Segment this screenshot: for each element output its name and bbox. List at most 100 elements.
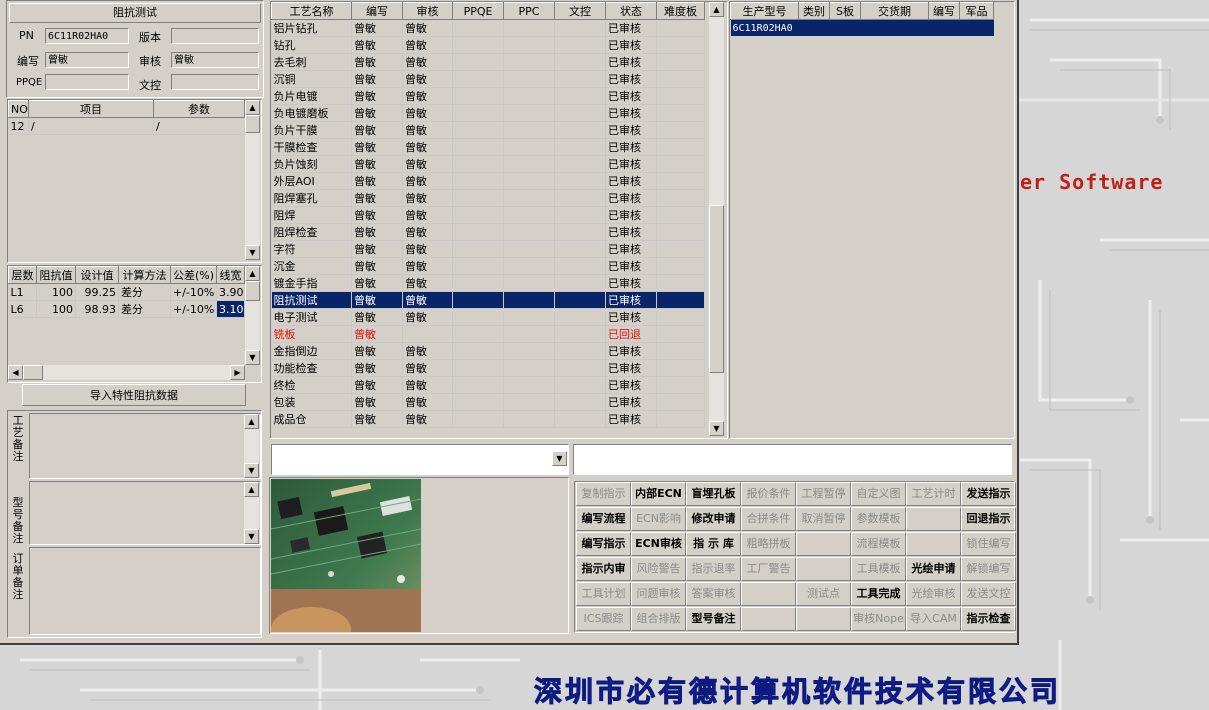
action-button[interactable]: 工程暂停 (796, 482, 851, 506)
process-header-name[interactable]: 工艺名称 (271, 2, 352, 20)
process-combo-box[interactable]: ▼ (271, 444, 569, 475)
layers-header-method[interactable]: 计算方法 (118, 266, 171, 284)
process-row[interactable]: 阻焊 曾敏 曾敏 已审核 (271, 206, 705, 224)
action-button[interactable]: 光绘审核 (906, 582, 961, 606)
process-row[interactable]: 包装 曾敏 曾敏 已审核 (271, 393, 705, 411)
action-button[interactable]: 指示内审 (576, 557, 631, 581)
action-button[interactable]: 工具模板 (851, 557, 906, 581)
process-header-review[interactable]: 审核 (402, 2, 453, 20)
scroll-right-arrow-icon[interactable]: ▶ (230, 365, 245, 380)
process-note-scrollbar[interactable]: ▲ ▼ (244, 414, 259, 478)
process-header-author[interactable]: 编写 (351, 2, 403, 20)
action-button[interactable]: 回退指示 (961, 507, 1016, 531)
layers-header-design[interactable]: 设计值 (75, 266, 119, 284)
action-button[interactable] (796, 532, 851, 556)
chevron-down-icon[interactable]: ▼ (552, 451, 567, 466)
action-button[interactable]: ECN审核 (631, 532, 686, 556)
action-button[interactable]: 光绘申请 (906, 557, 961, 581)
action-button[interactable]: 取消暂停 (796, 507, 851, 531)
action-button[interactable]: 指示检查 (961, 607, 1016, 631)
process-row[interactable]: 负片干膜 曾敏 曾敏 已审核 (271, 121, 705, 139)
action-button[interactable]: 风险警告 (631, 557, 686, 581)
action-button[interactable]: 参数模板 (851, 507, 906, 531)
action-button[interactable]: 报价条件 (741, 482, 796, 506)
review-field[interactable]: 曾敏 (171, 52, 259, 68)
process-header-status[interactable]: 状态 (605, 2, 657, 20)
process-row[interactable]: 钻孔 曾敏 曾敏 已审核 (271, 36, 705, 54)
pn-field[interactable]: 6C11R02HA0 (45, 28, 129, 44)
process-row[interactable]: 金指倒边 曾敏 曾敏 已审核 (271, 342, 705, 360)
process-row[interactable]: 负片电镀 曾敏 曾敏 已审核 (271, 87, 705, 105)
models-header-military[interactable]: 军品 (959, 2, 994, 20)
action-button[interactable]: 工艺计时 (906, 482, 961, 506)
models-header-s-board[interactable]: S板 (829, 2, 861, 20)
params-header-param[interactable]: 参数 (153, 100, 245, 118)
scroll-left-arrow-icon[interactable]: ◀ (8, 365, 23, 380)
action-button[interactable] (741, 607, 796, 631)
scroll-down-arrow-icon[interactable]: ▼ (244, 529, 259, 544)
ppqe-field[interactable] (45, 74, 129, 90)
author-field[interactable]: 曾敏 (45, 52, 129, 68)
layers-header-layer[interactable]: 层数 (8, 266, 37, 284)
action-button[interactable]: 盲埋孔板 (686, 482, 741, 506)
action-button[interactable]: 流程模板 (851, 532, 906, 556)
scroll-up-arrow-icon[interactable]: ▲ (245, 266, 260, 281)
process-header-doc[interactable]: 文控 (554, 2, 606, 20)
scroll-up-arrow-icon[interactable]: ▲ (244, 414, 259, 429)
action-button[interactable]: 答案审核 (686, 582, 741, 606)
action-button[interactable]: 导入CAM (906, 607, 961, 631)
width-cell-selected[interactable]: 3.10 (216, 300, 245, 318)
params-scroll-thumb[interactable] (245, 115, 260, 133)
model-note-field[interactable]: ▲ ▼ (29, 481, 261, 545)
models-header-author[interactable]: 编写 (928, 2, 960, 20)
table-row[interactable]: L1 100 99.25 差分 +/-10% 3.90 (8, 283, 245, 301)
action-button[interactable]: 锁住编写 (961, 532, 1016, 556)
process-row[interactable]: 铝片钻孔 曾敏 曾敏 已审核 (271, 19, 705, 37)
process-header-ppc[interactable]: PPC (503, 2, 555, 20)
action-button[interactable] (796, 557, 851, 581)
action-button[interactable]: 审核Nope (851, 607, 906, 631)
search-input[interactable] (573, 444, 1012, 475)
params-header-no[interactable]: NO (8, 100, 29, 118)
model-note-scrollbar[interactable]: ▲ ▼ (244, 482, 259, 544)
action-button[interactable] (741, 582, 796, 606)
action-button[interactable]: ECN影响 (631, 507, 686, 531)
action-button[interactable] (796, 607, 851, 631)
layers-scroll-thumb[interactable] (245, 281, 260, 301)
process-row[interactable]: 阻焊检查 曾敏 曾敏 已审核 (271, 223, 705, 241)
action-button[interactable]: 编写指示 (576, 532, 631, 556)
version-field[interactable] (171, 28, 259, 44)
action-button[interactable] (906, 507, 961, 531)
layers-header-width[interactable]: 线宽 (216, 266, 245, 284)
table-row[interactable]: 12 / / (8, 117, 245, 135)
action-button[interactable]: 工具完成 (851, 582, 906, 606)
action-button[interactable]: 测试点 (796, 582, 851, 606)
doc-control-field[interactable] (171, 74, 259, 90)
action-button[interactable]: 发送指示 (961, 482, 1016, 506)
action-button[interactable]: 问题审核 (631, 582, 686, 606)
layers-horizontal-scrollbar[interactable]: ◀ ▶ (8, 365, 245, 380)
action-button[interactable]: ICS跟踪 (576, 607, 631, 631)
action-button[interactable]: 复制指示 (576, 482, 631, 506)
action-button[interactable]: 指示退率 (686, 557, 741, 581)
action-button[interactable]: 工厂警告 (741, 557, 796, 581)
scroll-down-arrow-icon[interactable]: ▼ (709, 421, 724, 436)
table-row[interactable]: L6 100 98.93 差分 +/-10% 3.10 (8, 300, 245, 318)
action-button[interactable]: 工具计划 (576, 582, 631, 606)
process-note-field[interactable]: ▲ ▼ (29, 413, 261, 479)
scroll-down-arrow-icon[interactable]: ▼ (244, 463, 259, 478)
scroll-down-arrow-icon[interactable]: ▼ (245, 350, 260, 365)
process-row[interactable]: 干膜检查 曾敏 曾敏 已审核 (271, 138, 705, 156)
action-button[interactable]: 自定义图 (851, 482, 906, 506)
process-row[interactable]: 外层AOI 曾敏 曾敏 已审核 (271, 172, 705, 190)
models-header-delivery[interactable]: 交货期 (860, 2, 929, 20)
params-header-item[interactable]: 项目 (28, 100, 154, 118)
process-vertical-scrollbar[interactable]: ▲ ▼ (709, 2, 724, 436)
process-header-ppqe[interactable]: PPQE (452, 2, 504, 20)
layers-header-impedance[interactable]: 阻抗值 (36, 266, 76, 284)
scroll-up-arrow-icon[interactable]: ▲ (245, 100, 260, 115)
process-row[interactable]: 终检 曾敏 曾敏 已审核 (271, 376, 705, 394)
layers-hscroll-thumb[interactable] (23, 365, 43, 380)
layers-vertical-scrollbar[interactable]: ▲ ▼ (245, 266, 260, 365)
table-row[interactable]: 6C11R02HA0 (730, 19, 994, 36)
